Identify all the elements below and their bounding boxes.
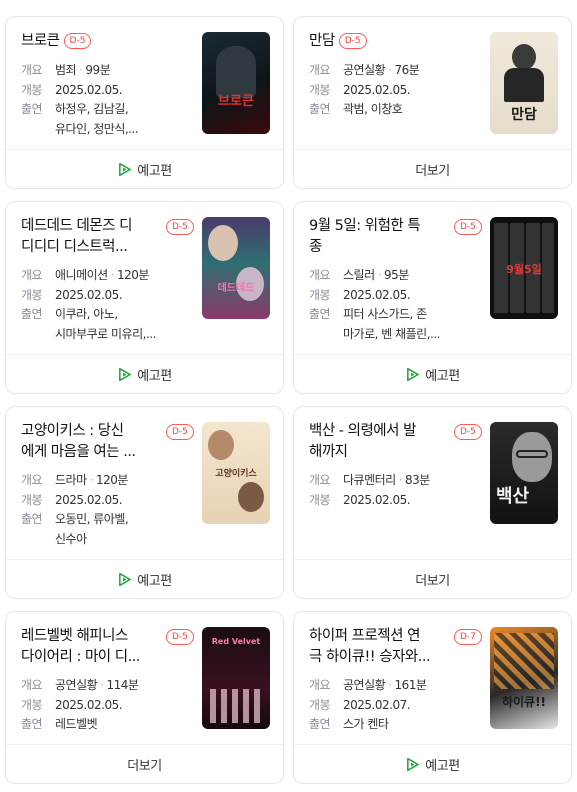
movie-poster[interactable]: 데드데드 xyxy=(202,217,270,319)
trailer-button[interactable]: 예고편 xyxy=(6,354,283,393)
movie-title[interactable]: 백산 - 의령에서 발 해까지 xyxy=(309,421,469,463)
movie-title[interactable]: 브로큰 D-5 xyxy=(21,31,181,52)
trailer-button[interactable]: 예고편 xyxy=(6,559,283,598)
movie-poster[interactable]: 브로큰 xyxy=(202,32,270,134)
movie-title[interactable]: 하이퍼 프로젝션 연극 하이큐!! 승자와... xyxy=(309,626,469,668)
movie-poster[interactable]: 만담 xyxy=(490,32,558,134)
movie-info: 개요 공연실황 · 76분 개봉 2025.02.05. 출연 곽범, 이창호 xyxy=(309,63,420,116)
movie-info: 개요 공연실황 · 161분 개봉 2025.02.07. 출연 스가 켄타 xyxy=(309,678,427,731)
movie-info: 개요 다큐멘터리 · 83분 개봉 2025.02.05. xyxy=(309,473,430,507)
more-button[interactable]: 더보기 xyxy=(294,149,571,188)
play-icon xyxy=(119,367,132,381)
more-button[interactable]: 더보기 xyxy=(6,744,283,783)
movie-card[interactable]: 브로큰 D-5 개요 범죄 · 99분 개봉 2025.02.05. 출연 하정우, 김남길… xyxy=(5,16,284,189)
play-icon xyxy=(119,162,132,176)
movie-info: 개요 애니메이션 · 120분 개봉 2025.02.05. 출연 이쿠라, 아노, 시마부… xyxy=(21,268,156,341)
dday-badge: D-5 xyxy=(338,33,367,49)
movie-poster[interactable]: 하이큐!! xyxy=(490,627,558,729)
trailer-button[interactable]: 예고편 xyxy=(294,354,571,393)
movie-title[interactable]: 고양이키스 : 당신 에게 마음을 여는 ... xyxy=(21,421,181,463)
movie-poster[interactable]: 고양이키스 xyxy=(202,422,270,524)
movie-title[interactable]: 레드벨벳 해피니스 다이어리 : 마이 디... xyxy=(21,626,181,668)
dday-badge: D-5 xyxy=(166,424,194,440)
movie-poster[interactable]: Red Velvet xyxy=(202,627,270,729)
more-button[interactable]: 더보기 xyxy=(294,559,571,598)
play-icon xyxy=(407,757,420,771)
movie-card[interactable]: 데드데드 데몬즈 디 디디디 디스트럭... D-5 개요 애니메이션 · 120분 개… xyxy=(5,201,284,394)
movie-card[interactable]: 만담 D-5 개요 공연실황 · 76분 개봉 2025.02.05. 출연 곽범, 이창호… xyxy=(293,16,572,189)
dday-badge: D-7 xyxy=(454,629,482,645)
movie-card[interactable]: 9월 5일: 위험한 특종 D-5 개요 스릴러 · 95분 개봉 2025.02.05… xyxy=(293,201,572,394)
trailer-button[interactable]: 예고편 xyxy=(6,149,283,188)
movie-info: 개요 공연실황 · 114분 개봉 2025.02.05. 출연 레드벨벳 xyxy=(21,678,139,731)
movie-title[interactable]: 데드데드 데몬즈 디 디디디 디스트럭... xyxy=(21,216,181,258)
movie-poster[interactable]: 9월5일 xyxy=(490,217,558,319)
play-icon xyxy=(407,367,420,381)
dday-badge: D-5 xyxy=(166,219,194,235)
dday-badge: D-5 xyxy=(454,219,482,235)
movie-info: 개요 스릴러 · 95분 개봉 2025.02.05. 출연 피터 사스가드, 존 마가로,… xyxy=(309,268,440,341)
movie-info: 개요 범죄 · 99분 개봉 2025.02.05. 출연 하정우, 김남길, 유다인, 정… xyxy=(21,63,139,136)
movie-title[interactable]: 만담 D-5 xyxy=(309,31,469,52)
trailer-button[interactable]: 예고편 xyxy=(294,744,571,783)
movie-card[interactable]: 백산 - 의령에서 발 해까지 D-5 개요 다큐멘터리 · 83분 개봉 2025.02… xyxy=(293,406,572,599)
dday-badge: D-5 xyxy=(166,629,194,645)
movie-title[interactable]: 9월 5일: 위험한 특종 xyxy=(309,216,469,258)
dday-badge: D-5 xyxy=(454,424,482,440)
play-icon xyxy=(119,572,132,586)
movie-info: 개요 드라마 · 120분 개봉 2025.02.05. 출연 오동민, 류아벨, 신수아 xyxy=(21,473,129,546)
movie-card[interactable]: 레드벨벳 해피니스 다이어리 : 마이 디... D-5 개요 공연실황 · 114분 … xyxy=(5,611,284,784)
movie-card[interactable]: 하이퍼 프로젝션 연극 하이큐!! 승자와... D-7 개요 공연실황 · 161분… xyxy=(293,611,572,784)
dday-badge: D-5 xyxy=(63,33,92,49)
movie-card[interactable]: 고양이키스 : 당신 에게 마음을 여는 ... D-5 개요 드라마 · 120분 개… xyxy=(5,406,284,599)
movie-poster[interactable]: 백산 xyxy=(490,422,558,524)
